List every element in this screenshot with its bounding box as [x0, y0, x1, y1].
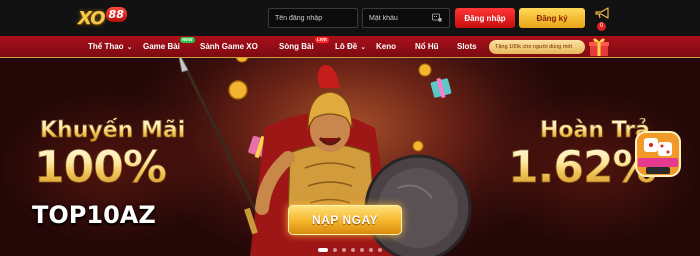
nav-label: Slots	[457, 42, 477, 51]
username-input[interactable]	[268, 8, 358, 28]
nav-item-song-bai[interactable]: Sòng Bài	[279, 36, 314, 58]
nav-label: Thể Thao	[88, 42, 124, 51]
nav-label: Sòng Bài	[279, 42, 314, 51]
carousel-dot[interactable]	[369, 248, 373, 252]
top-bar: XO 88 Đăng nhập Đăng ký 0	[0, 0, 700, 36]
promo-value: 100%	[34, 142, 168, 194]
nav-label: Keno	[376, 42, 396, 51]
logo-number: 88	[105, 6, 127, 22]
nav-item-lo-de[interactable]: Lô Đề ⌄	[335, 36, 366, 58]
carousel-dot[interactable]	[378, 248, 382, 252]
trumpet-icon[interactable]	[595, 7, 611, 21]
carousel-dot[interactable]	[351, 248, 355, 252]
nav-item-no-hu[interactable]: Nổ Hũ	[415, 36, 439, 58]
nav-item-game-bai[interactable]: Game Bài	[143, 36, 180, 58]
nav-item-sanh-game-xo[interactable]: Sảnh Game XO	[200, 36, 258, 58]
nav-label: Game Bài	[143, 42, 180, 51]
keyboard-lock-icon[interactable]	[432, 13, 442, 22]
nav-item-slots[interactable]: Slots	[457, 36, 477, 58]
register-button[interactable]: Đăng ký	[519, 8, 585, 28]
live-tag: LIVE	[315, 37, 330, 43]
chevron-down-icon: ⌄	[126, 44, 133, 51]
new-tag: NEW	[180, 37, 195, 43]
gift-icon[interactable]	[587, 36, 611, 58]
carousel-dot[interactable]	[333, 248, 337, 252]
carousel-dot[interactable]	[342, 248, 346, 252]
chevron-down-icon: ⌄	[360, 44, 367, 51]
nav-item-keno[interactable]: Keno	[376, 36, 396, 58]
promo-title: Khuyến Mãi	[40, 118, 186, 144]
nav-label: Nổ Hũ	[415, 42, 439, 51]
nav-item-the-thao[interactable]: Thể Thao ⌄	[88, 36, 132, 58]
login-button[interactable]: Đăng nhập	[455, 8, 515, 28]
carousel-dots	[318, 248, 382, 252]
carousel-dot[interactable]	[360, 248, 364, 252]
carousel-dot[interactable]	[318, 248, 328, 252]
promo-ticker[interactable]: Tặng 100k cho người dùng mới	[489, 40, 585, 54]
nav-label: Lô Đề	[335, 42, 358, 51]
notification-badge: 0	[597, 22, 606, 31]
tai-xiu-mini-game-icon[interactable]	[632, 128, 684, 180]
nav-label: Sảnh Game XO	[200, 42, 258, 51]
logo-text: XO	[78, 7, 106, 29]
deposit-now-button[interactable]: NẠP NGAY	[288, 205, 402, 235]
promo-code: TOP10AZ	[32, 201, 156, 229]
brand-logo[interactable]: XO 88	[78, 6, 127, 30]
